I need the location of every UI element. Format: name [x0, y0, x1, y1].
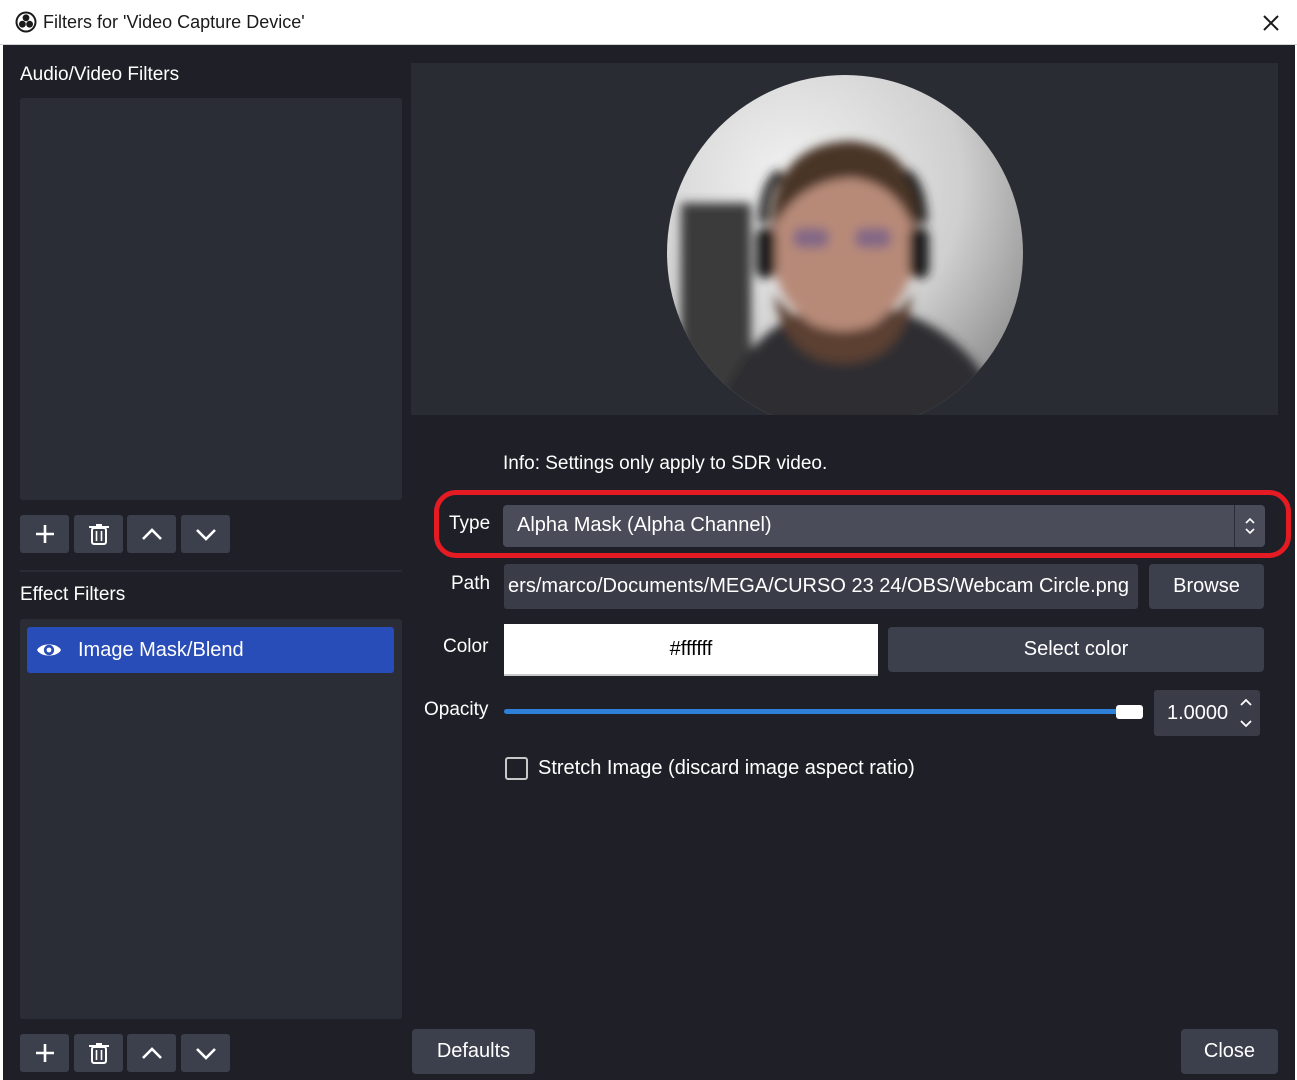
trash-icon	[88, 524, 109, 545]
webcam-preview-image	[667, 75, 1023, 415]
select-color-button[interactable]: Select color	[888, 627, 1264, 672]
path-label: Path	[451, 573, 491, 594]
effect-filters-label: Effect Filters	[20, 584, 126, 605]
defaults-button[interactable]: Defaults	[412, 1029, 535, 1074]
section-divider	[20, 570, 402, 572]
sdr-info-text: Info: Settings only apply to SDR video.	[503, 453, 828, 474]
color-swatch: #ffffff	[504, 624, 878, 676]
window-title: Filters for 'Video Capture Device'	[43, 12, 305, 32]
move-effect-filter-up-button[interactable]	[127, 1034, 176, 1072]
move-effect-filter-down-button[interactable]	[181, 1034, 230, 1072]
move-audio-filter-down-button[interactable]	[181, 515, 230, 553]
trash-icon	[88, 1043, 109, 1064]
chevron-up-icon	[141, 528, 162, 540]
effect-filter-item[interactable]: Image Mask/Blend	[27, 627, 394, 673]
path-input[interactable]: ers/marco/Documents/MEGA/CURSO 23 24/OBS…	[504, 564, 1138, 609]
type-select[interactable]: Alpha Mask (Alpha Channel)	[503, 505, 1265, 547]
move-audio-filter-up-button[interactable]	[127, 515, 176, 553]
video-preview	[411, 63, 1278, 415]
remove-effect-filter-button[interactable]	[74, 1034, 123, 1072]
chevron-down-icon	[195, 529, 216, 541]
plus-icon	[35, 525, 54, 543]
audio-video-filters-list[interactable]	[20, 98, 402, 500]
eye-icon[interactable]	[36, 637, 62, 663]
opacity-label: Opacity	[424, 699, 489, 720]
opacity-value: 1.0000	[1167, 702, 1229, 724]
path-input-value: ers/marco/Documents/MEGA/CURSO 23 24/OBS…	[508, 575, 1129, 597]
plus-icon	[35, 1044, 54, 1062]
add-effect-filter-button[interactable]	[20, 1034, 69, 1072]
color-label: Color	[443, 636, 489, 657]
title-bar: Filters for 'Video Capture Device'	[0, 0, 1297, 45]
effect-filter-label: Image Mask/Blend	[78, 638, 244, 661]
opacity-spinbox[interactable]: 1.0000	[1154, 690, 1260, 736]
type-label: Type	[449, 513, 491, 534]
audio-video-filters-label: Audio/Video Filters	[20, 64, 180, 85]
type-select-value: Alpha Mask (Alpha Channel)	[517, 514, 772, 536]
browse-button[interactable]: Browse	[1149, 564, 1264, 609]
add-audio-filter-button[interactable]	[20, 515, 69, 553]
stretch-image-checkbox[interactable]	[505, 757, 528, 780]
chevron-up-icon	[141, 1047, 162, 1059]
remove-audio-filter-button[interactable]	[74, 515, 123, 553]
close-button[interactable]: Close	[1181, 1029, 1278, 1074]
effect-filters-list[interactable]	[20, 619, 402, 1019]
stretch-image-label: Stretch Image (discard image aspect rati…	[538, 757, 915, 779]
opacity-slider-track[interactable]	[504, 709, 1130, 714]
spin-arrows-icon[interactable]	[1238, 694, 1254, 732]
opacity-slider-handle[interactable]	[1116, 705, 1143, 719]
obs-logo-icon	[15, 11, 37, 33]
chevron-down-icon	[195, 1048, 216, 1060]
updown-arrows-icon	[1234, 505, 1265, 547]
close-icon[interactable]	[1256, 8, 1286, 38]
